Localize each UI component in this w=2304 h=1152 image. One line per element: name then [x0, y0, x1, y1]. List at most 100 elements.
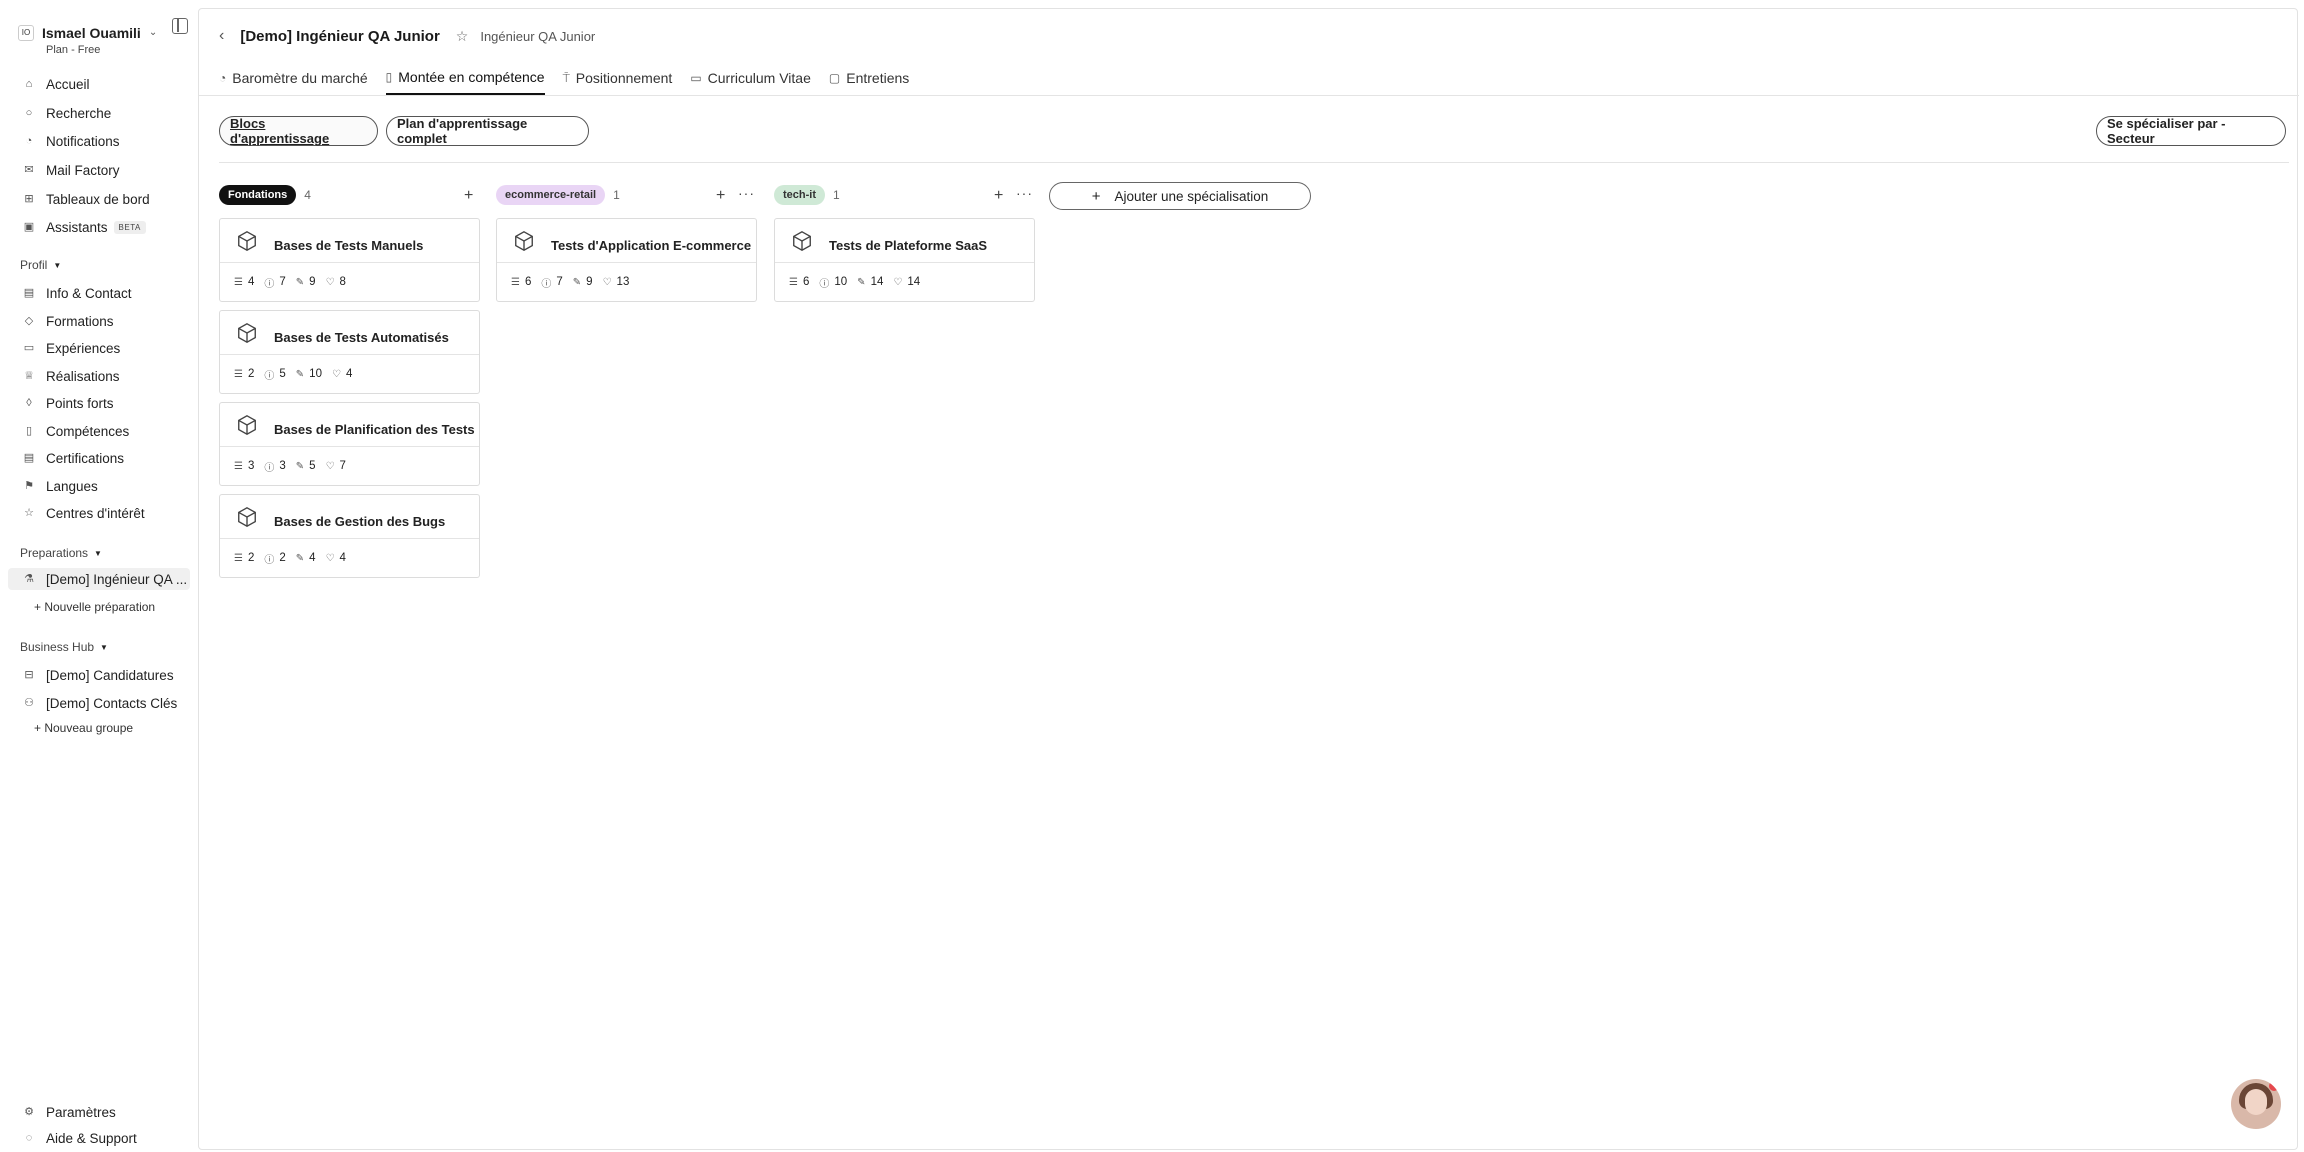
- tab-montee-competence[interactable]: ▯ Montée en compétence: [385, 63, 545, 95]
- tab-barometre[interactable]: ◔ Baromètre du marché: [219, 63, 368, 95]
- info-icon: ⓘ: [264, 554, 275, 566]
- sidebar-item-label: Info & Contact: [46, 285, 132, 301]
- tabs: ◔ Baromètre du marché ▯ Montée en compét…: [219, 63, 927, 95]
- section-title: Profil: [20, 258, 48, 272]
- add-specialisation-button[interactable]: + Ajouter une spécialisation: [1049, 182, 1311, 210]
- section-profil[interactable]: Profil ▼: [20, 258, 61, 272]
- sidebar-item-recherche[interactable]: ○ Recherche: [22, 102, 192, 124]
- stat-value: 2: [279, 552, 286, 564]
- sidebar-item-formations[interactable]: ◇ Formations: [22, 310, 192, 332]
- notification-dot: [2269, 1081, 2279, 1091]
- more-options-icon[interactable]: ···: [738, 185, 755, 201]
- sidebar-item-mail-factory[interactable]: ✉ Mail Factory: [22, 159, 192, 181]
- add-card-icon[interactable]: +: [994, 187, 1003, 205]
- sidebar-item-contacts-cles[interactable]: ⚇ [Demo] Contacts Clés: [22, 692, 192, 714]
- heart-icon: ♡: [325, 552, 335, 564]
- gear-icon: ⚙: [24, 1106, 34, 1118]
- stat-value: 4: [247, 276, 255, 288]
- learning-block-card[interactable]: Bases de Tests Manuels ☰ 4 ⓘ 7 ✎ 9 ♡ 8: [219, 218, 480, 302]
- card-title: Bases de Planification des Tests: [274, 422, 475, 437]
- gem-icon: ◊: [26, 397, 32, 409]
- grid-icon: ⊞: [24, 193, 34, 205]
- sidebar-item-tableaux[interactable]: ⊞ Tableaux de bord: [22, 188, 192, 210]
- column-header-ecommerce-retail: ecommerce-retail 1: [496, 184, 620, 206]
- page-title: [Demo] Ingénieur QA Junior: [240, 27, 440, 45]
- trophy-icon: ♕: [24, 370, 34, 382]
- learning-block-card[interactable]: Bases de Planification des Tests ☰ 3 ⓘ 3 ✎…: [219, 402, 480, 486]
- sidebar-item-notifications[interactable]: ◔ Notifications: [22, 130, 192, 152]
- briefcase-icon: ▭: [23, 342, 35, 354]
- section-title: Business Hub: [20, 640, 95, 654]
- main-panel: ‹ [Demo] Ingénieur QA Junior ☆ Ingénieur…: [198, 8, 2299, 1150]
- sidebar-item-certifications[interactable]: ▤ Certifications: [22, 447, 192, 469]
- list-icon: ☰: [234, 368, 243, 380]
- sidebar-item-assistants[interactable]: ▣ Assistants BETA: [22, 216, 192, 238]
- pen-icon: ✎: [572, 276, 582, 288]
- new-preparation-link[interactable]: + Nouvelle préparation: [34, 600, 155, 614]
- page-subtitle: Ingénieur QA Junior: [480, 28, 596, 44]
- more-options-icon[interactable]: ···: [1016, 185, 1033, 201]
- bell-icon: ◔: [25, 135, 33, 147]
- sidebar-item-realisations[interactable]: ♕ Réalisations: [22, 365, 192, 387]
- sidebar-item-label: Centres d'intérêt: [46, 505, 145, 521]
- learning-block-card[interactable]: Tests d'Application E-commerce ☰ 6 ⓘ 7 ✎ 9 …: [496, 218, 757, 302]
- book-icon: ▯: [25, 425, 33, 437]
- tab-entretiens[interactable]: ▢ Entretiens: [829, 63, 909, 95]
- new-group-link[interactable]: + Nouveau groupe: [34, 721, 133, 735]
- sidebar-item-info-contact[interactable]: ▤ Info & Contact: [22, 282, 192, 304]
- tab-curriculum-vitae[interactable]: ▭ Curriculum Vitae: [690, 63, 811, 95]
- cube-icon: [793, 230, 811, 251]
- back-chevron-icon[interactable]: ‹: [219, 27, 224, 45]
- sidebar-item-points-forts[interactable]: ◊ Points forts: [22, 392, 192, 414]
- collapse-sidebar-icon[interactable]: [172, 18, 188, 34]
- blocs-apprentissage-button[interactable]: Blocs d'apprentissage: [219, 116, 378, 146]
- sidebar-item-label: Points forts: [46, 395, 114, 411]
- sidebar-item-competences[interactable]: ▯ Compétences: [22, 420, 192, 442]
- sidebar-item-label: Accueil: [46, 76, 90, 92]
- user-menu[interactable]: IO Ismael Ouamili ⌄ Plan - Free: [18, 22, 193, 56]
- support-chat-avatar[interactable]: [2231, 1079, 2281, 1129]
- sidebar-item-aide-support[interactable]: ◌ Aide & Support: [22, 1127, 192, 1149]
- add-card-icon[interactable]: +: [464, 187, 473, 205]
- stat-value: 3: [247, 460, 255, 472]
- column-count: 1: [613, 188, 620, 202]
- section-preparations[interactable]: Preparations ▼: [20, 546, 102, 560]
- sidebar-item-candidatures[interactable]: ⊟ [Demo] Candidatures: [22, 664, 192, 686]
- list-icon: ☰: [234, 552, 243, 564]
- stat-value: 10: [309, 368, 322, 380]
- book-icon: ▯: [385, 70, 393, 84]
- search-icon: ○: [25, 107, 33, 119]
- heart-icon: ♡: [602, 276, 612, 288]
- learning-block-card[interactable]: Bases de Tests Automatisés ☰ 2 ⓘ 5 ✎ 10 ♡ 4: [219, 310, 480, 394]
- specialiser-secteur-button[interactable]: Se spécialiser par - Secteur: [2096, 116, 2286, 146]
- tab-label: Curriculum Vitae: [707, 70, 811, 86]
- plan-apprentissage-button[interactable]: Plan d'apprentissage complet: [386, 116, 589, 146]
- sidebar-item-parametres[interactable]: ⚙ Paramètres: [22, 1101, 192, 1123]
- users-icon: ⚇: [24, 697, 34, 709]
- stat-value: 9: [309, 276, 316, 288]
- sidebar-item-accueil[interactable]: ⌂ Accueil: [22, 73, 192, 95]
- star-icon[interactable]: ☆: [456, 28, 469, 45]
- section-title: Preparations: [20, 546, 89, 560]
- column-header-fondations: Fondations 4: [219, 184, 311, 206]
- section-business-hub[interactable]: Business Hub ▼: [20, 640, 108, 654]
- stat-value: 10: [834, 276, 848, 288]
- tab-label: Baromètre du marché: [232, 70, 368, 86]
- stat-value: 13: [616, 276, 630, 288]
- cv-icon: ▭: [690, 71, 702, 85]
- heart-icon: ♡: [331, 368, 341, 380]
- list-icon: ☰: [511, 276, 520, 288]
- sidebar-item-langues[interactable]: ⚑ Langues: [22, 475, 192, 497]
- learning-block-card[interactable]: Tests de Plateforme SaaS ☰ 6 ⓘ 10 ✎ 14 ♡ 14: [774, 218, 1035, 302]
- sidebar-item-label: [Demo] Ingénieur QA ...: [46, 571, 188, 587]
- plus-icon: +: [1091, 187, 1101, 205]
- sidebar-item-centres-interet[interactable]: ☆ Centres d'intérêt: [22, 502, 192, 524]
- add-card-icon[interactable]: +: [716, 187, 725, 205]
- sidebar-item-demo-ingenieur-qa[interactable]: ⚗ [Demo] Ingénieur QA ...: [8, 568, 190, 590]
- stat-value: 7: [279, 276, 286, 288]
- sidebar-item-experiences[interactable]: ▭ Expériences: [22, 337, 192, 359]
- sidebar-item-label: Réalisations: [46, 368, 120, 384]
- tab-positionnement[interactable]: ⍑ Positionnement: [563, 63, 673, 95]
- learning-block-card[interactable]: Bases de Gestion des Bugs ☰ 2 ⓘ 2 ✎ 4 ♡ 4: [219, 494, 480, 578]
- avatar: IO: [18, 25, 34, 41]
